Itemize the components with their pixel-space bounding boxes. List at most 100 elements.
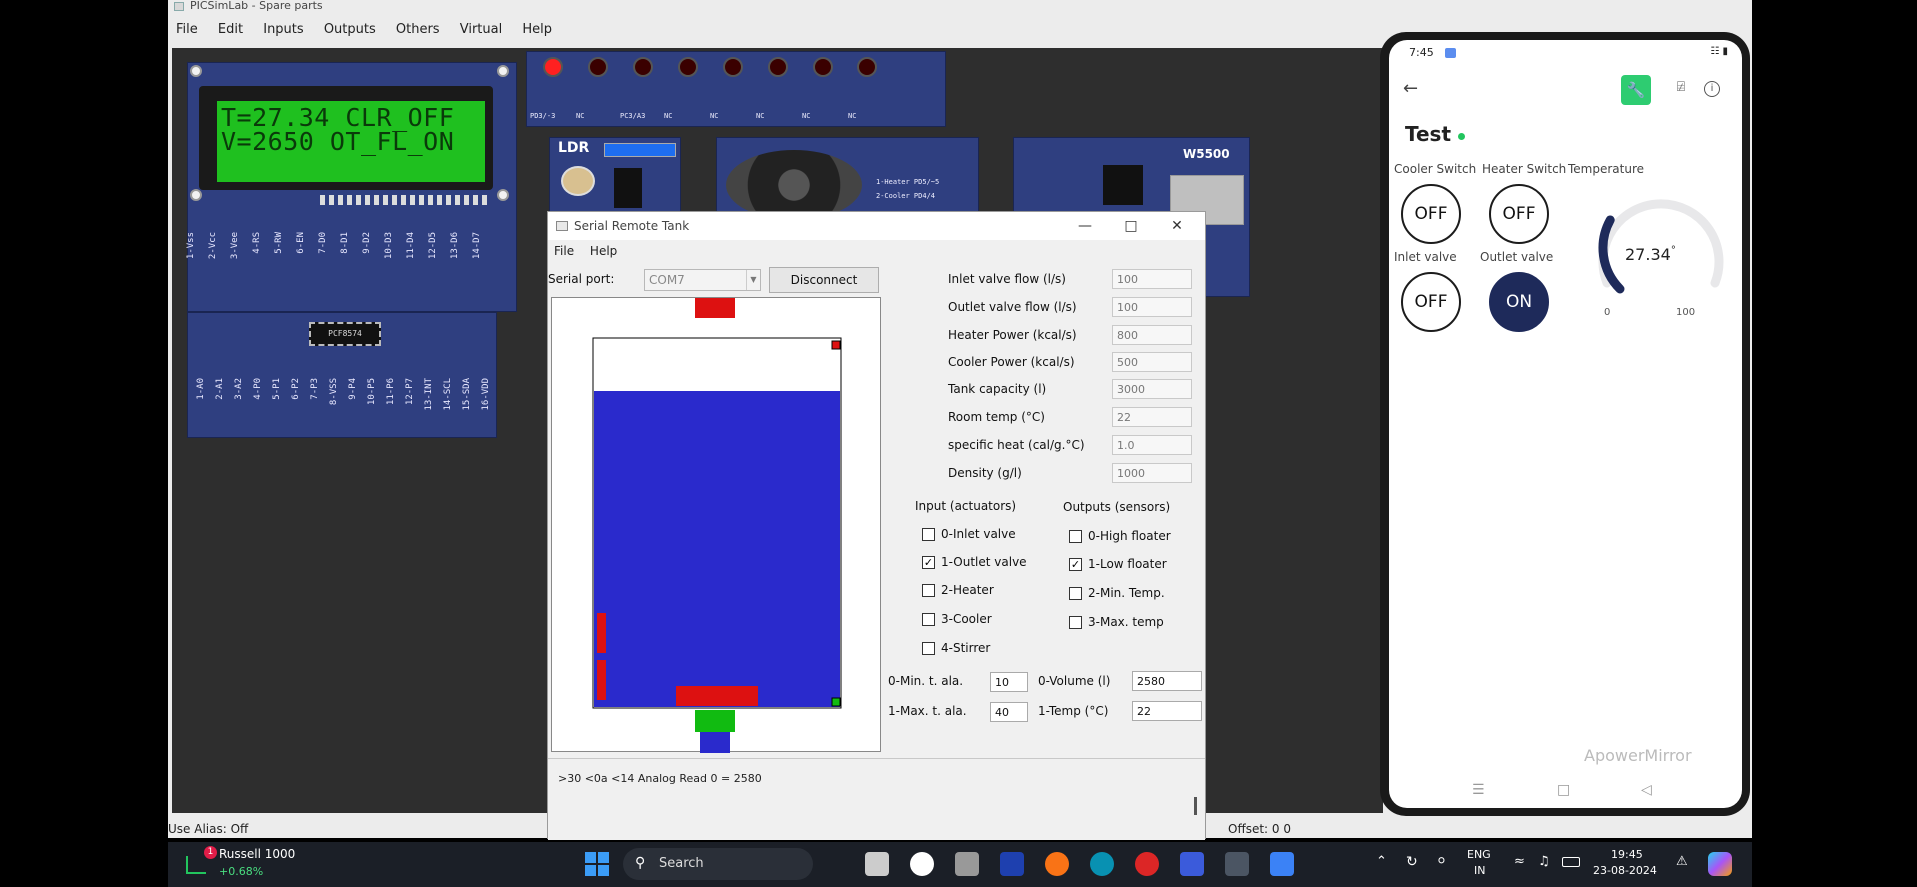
menu-virtual[interactable]: Virtual — [452, 20, 510, 37]
menu-file[interactable]: File — [168, 20, 206, 37]
inlet-flow-field[interactable]: 100 — [1112, 269, 1192, 289]
cooler-power-field[interactable]: 500 — [1112, 352, 1192, 372]
specific-heat-field[interactable]: 1.0 — [1112, 435, 1192, 455]
xbox-icon[interactable] — [910, 852, 934, 876]
apowermirror-icon[interactable] — [1270, 852, 1294, 876]
led-indicator — [857, 57, 877, 77]
stock-name[interactable]: Russell 1000 — [219, 847, 295, 861]
inlet-valve-button[interactable]: OFF — [1401, 272, 1461, 332]
menu-inputs[interactable]: Inputs — [255, 20, 311, 37]
ldr-slider[interactable] — [604, 143, 676, 157]
fan-label: 1-Heater PD5/~5 — [876, 178, 940, 186]
max-temp-checkbox[interactable] — [1069, 616, 1082, 629]
notification-icon — [1445, 48, 1456, 58]
serial-log[interactable]: >30 <0a <14 Analog Read 0 = 2580 — [548, 758, 1205, 840]
checkbox-label: 1-Low floater — [1088, 557, 1167, 571]
min-alarm-field[interactable]: 10 — [990, 672, 1028, 692]
low-floater-checkbox[interactable]: ✓ — [1069, 558, 1082, 571]
outlet-flow-field[interactable]: 100 — [1112, 297, 1192, 317]
heater-icon — [597, 613, 606, 653]
room-temp-field[interactable]: 22 — [1112, 407, 1192, 427]
sync-icon[interactable]: ↻ — [1406, 854, 1418, 870]
clock-time[interactable]: 19:45 — [1611, 848, 1643, 861]
lcd-line-2: V=2650 OT_FL_ON — [221, 127, 455, 156]
heater-switch-button[interactable]: OFF — [1489, 184, 1549, 244]
chrome-icon[interactable] — [1135, 852, 1159, 876]
serial-port-select[interactable]: COM7 ▼ — [644, 269, 761, 291]
max-alarm-field[interactable]: 40 — [990, 702, 1028, 722]
tank-capacity-field[interactable]: 3000 — [1112, 379, 1192, 399]
outlet-valve-icon — [695, 710, 735, 732]
arduino-icon[interactable] — [1090, 852, 1114, 876]
editor-icon[interactable] — [1000, 852, 1024, 876]
stock-badge: 1 — [204, 846, 217, 859]
param-label: Cooler Power (kcal/s) — [948, 355, 1075, 369]
srt-menu-help[interactable]: Help — [584, 241, 623, 261]
picsimlab-title: PICSimLab - Spare parts — [190, 0, 323, 12]
nav-back-icon[interactable]: ◁ — [1641, 782, 1652, 798]
pcf-pin: 14-SCL — [443, 378, 453, 411]
lcd-pin: 1-Vss — [186, 232, 196, 260]
outlet-valve-button[interactable]: ON — [1489, 272, 1549, 332]
led-label: PD3/-3 — [530, 112, 556, 120]
high-floater-checkbox[interactable] — [1069, 530, 1082, 543]
maximize-icon[interactable]: □ — [1108, 212, 1154, 240]
heater-checkbox[interactable] — [922, 584, 935, 597]
inlet-valve-checkbox[interactable] — [922, 528, 935, 541]
outlet-valve-label: Outlet valve — [1480, 250, 1554, 264]
pcf-pin: 3-A2 — [234, 378, 244, 400]
tray-chevron-icon[interactable]: ⌃ — [1376, 854, 1387, 869]
volume-field[interactable]: 2580 — [1132, 671, 1202, 691]
menu-others[interactable]: Others — [388, 20, 448, 37]
lcd-pin: 12-D5 — [428, 232, 438, 260]
heater-power-field[interactable]: 800 — [1112, 325, 1192, 345]
param-label: specific heat (cal/g.°C) — [948, 438, 1085, 452]
picsimlab-icon[interactable] — [1225, 852, 1249, 876]
menu-help[interactable]: Help — [514, 20, 560, 37]
document-icon[interactable] — [1180, 852, 1204, 876]
windows-start-icon[interactable] — [585, 852, 609, 876]
cooler-checkbox[interactable] — [922, 613, 935, 626]
task-view-icon[interactable] — [865, 852, 889, 876]
back-arrow-icon[interactable]: ← — [1403, 78, 1418, 99]
bell-icon[interactable]: ⍯ — [1672, 79, 1690, 99]
density-field[interactable]: 1000 — [1112, 463, 1192, 483]
gauge-value-number: 27.34 — [1625, 245, 1671, 264]
taskbar-search[interactable]: ⚲ Search — [623, 848, 813, 880]
wrench-icon[interactable]: 🔧 — [1621, 75, 1651, 105]
lang-1[interactable]: ENG — [1467, 848, 1491, 861]
clock-date[interactable]: 23-08-2024 — [1593, 864, 1657, 877]
wifi-icon[interactable]: ≈ — [1514, 854, 1525, 869]
volume-icon[interactable]: ♫ — [1538, 854, 1550, 869]
log-scrollbar[interactable] — [1194, 797, 1197, 815]
desktop: PICSimLab - Spare parts File Edit Inputs… — [0, 0, 1917, 887]
minimize-icon[interactable]: — — [1062, 212, 1108, 240]
lcd-pin: 13-D6 — [450, 232, 460, 260]
notification-bell-icon[interactable]: ⚠ — [1676, 854, 1688, 869]
microphone-icon[interactable]: ⚪ — [1436, 854, 1447, 869]
checkbox-label: 0-High floater — [1088, 529, 1171, 543]
settings-icon[interactable] — [955, 852, 979, 876]
cooler-switch-button[interactable]: OFF — [1401, 184, 1461, 244]
copilot-icon[interactable] — [1708, 852, 1732, 876]
stock-chart-icon[interactable] — [186, 856, 206, 874]
pcf-pin: 10-P5 — [367, 378, 377, 406]
close-icon[interactable]: ✕ — [1154, 212, 1200, 240]
stirrer-checkbox[interactable] — [922, 642, 935, 655]
outlet-valve-checkbox[interactable]: ✓ — [922, 556, 935, 569]
lang-2[interactable]: IN — [1474, 864, 1485, 877]
low-floater-icon — [831, 697, 841, 707]
pcf-pin: 2-A1 — [215, 378, 225, 400]
srt-menu-file[interactable]: File — [548, 241, 580, 261]
menu-outputs[interactable]: Outputs — [316, 20, 384, 37]
nav-home-icon[interactable]: □ — [1557, 782, 1570, 798]
info-icon[interactable]: i — [1704, 81, 1720, 97]
battery-icon[interactable] — [1562, 857, 1580, 867]
led-label: NC — [576, 112, 585, 120]
firefox-icon[interactable] — [1045, 852, 1069, 876]
temp-field[interactable]: 22 — [1132, 701, 1202, 721]
min-temp-checkbox[interactable] — [1069, 587, 1082, 600]
nav-menu-icon[interactable]: ☰ — [1472, 782, 1485, 798]
disconnect-button[interactable]: Disconnect — [769, 267, 879, 293]
menu-edit[interactable]: Edit — [210, 20, 251, 37]
